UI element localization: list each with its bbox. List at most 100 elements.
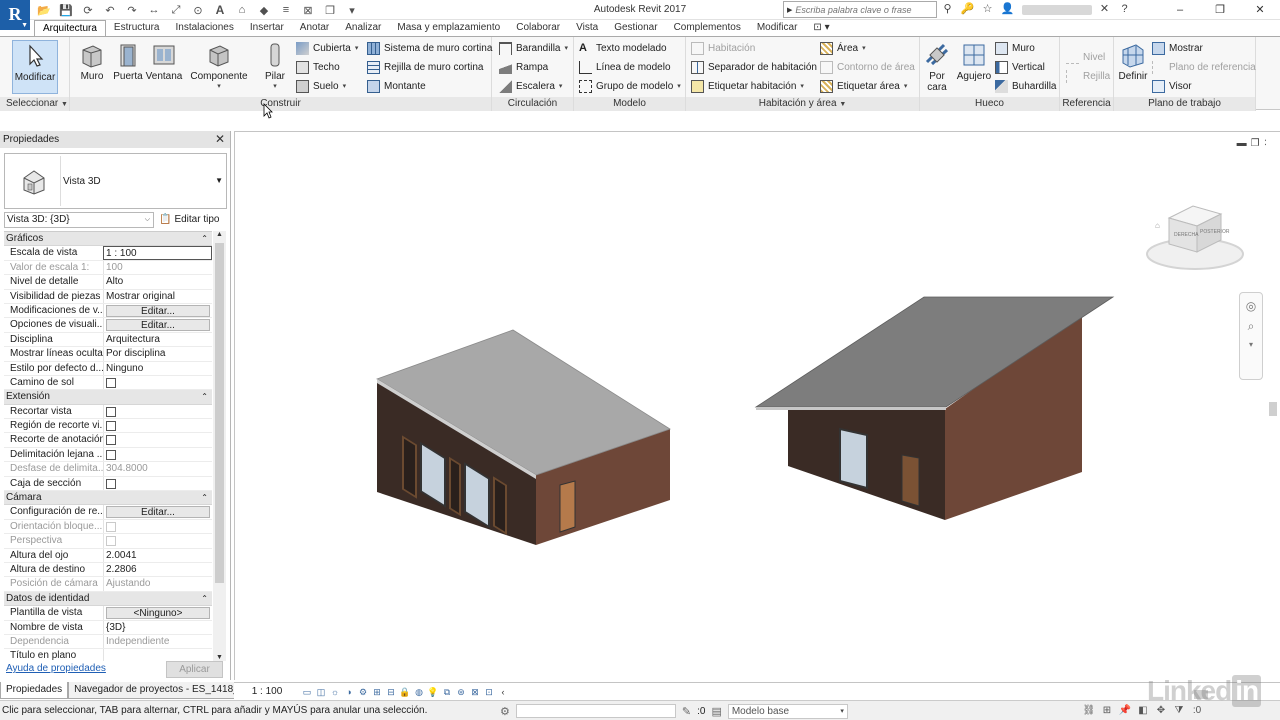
property-value[interactable]: {3D} bbox=[103, 620, 212, 634]
view-scale[interactable]: 1 : 100 bbox=[234, 686, 300, 697]
property-value[interactable]: Por disciplina bbox=[103, 347, 212, 361]
collapse-icon[interactable]: ⌃ bbox=[201, 390, 208, 404]
workset-field[interactable] bbox=[515, 704, 676, 718]
dimension-icon[interactable]: ⤢ bbox=[168, 2, 184, 18]
property-category[interactable]: Cámara ⌃ bbox=[4, 491, 212, 506]
show-crop-icon[interactable]: ⊟ bbox=[384, 685, 398, 699]
tab-anotar[interactable]: Anotar bbox=[292, 20, 337, 36]
viewcube-home-icon[interactable]: ⌂ bbox=[1155, 221, 1160, 230]
vertical-button[interactable]: Vertical bbox=[995, 59, 1045, 76]
highlight-icon[interactable]: ⊠ bbox=[468, 685, 482, 699]
undo-icon[interactable]: ↶ bbox=[102, 2, 118, 18]
measure-icon[interactable]: ↔ bbox=[146, 2, 162, 18]
navbar-menu-icon[interactable]: ▾ bbox=[1240, 340, 1262, 349]
tab-arquitectura[interactable]: Arquitectura bbox=[34, 20, 106, 36]
binoculars-icon[interactable]: ⚲ bbox=[940, 2, 955, 17]
property-value[interactable] bbox=[103, 375, 212, 390]
etiquetar-habitacion-button[interactable]: Etiquetar habitación ▾ bbox=[691, 78, 804, 95]
apply-button[interactable]: Aplicar bbox=[166, 661, 223, 678]
canvas-horizontal-scrollbar[interactable] bbox=[534, 687, 1250, 699]
property-value[interactable]: Alto bbox=[103, 275, 212, 289]
ventana-button[interactable]: Ventana bbox=[142, 40, 186, 94]
close-button[interactable]: ✕ bbox=[1240, 0, 1280, 20]
property-value[interactable]: Ninguno bbox=[103, 361, 212, 375]
scroll-thumb[interactable] bbox=[215, 243, 224, 583]
constraints-icon[interactable]: ⊡ bbox=[482, 685, 496, 699]
sun-path-icon[interactable]: ☼ bbox=[328, 685, 342, 699]
separador-habitacion-button[interactable]: Separador de habitación bbox=[691, 59, 817, 76]
techo-button[interactable]: Techo bbox=[296, 59, 340, 76]
canvas-vertical-scrollbar[interactable] bbox=[1266, 132, 1280, 681]
property-edit-button[interactable]: Editar... bbox=[106, 319, 210, 332]
property-category[interactable]: Gráficos ⌃ bbox=[4, 232, 212, 247]
customize-qat-icon[interactable]: ▾ bbox=[344, 2, 360, 18]
property-value[interactable] bbox=[103, 649, 212, 661]
property-value[interactable] bbox=[103, 447, 212, 462]
section-icon[interactable]: ◆ bbox=[256, 2, 272, 18]
close-icon[interactable]: ✕ bbox=[215, 131, 225, 148]
tab-navegador-proyectos[interactable]: Navegador de proyectos - ES_1418_0... bbox=[68, 682, 259, 699]
house-right[interactable] bbox=[754, 296, 1115, 520]
tab-colaborar[interactable]: Colaborar bbox=[508, 20, 568, 36]
property-edit-button[interactable]: <Ninguno> bbox=[106, 607, 210, 620]
panel-title-seleccionar[interactable]: Seleccionar ▼ bbox=[0, 97, 69, 111]
tab-instalaciones[interactable]: Instalaciones bbox=[168, 20, 242, 36]
steeringwheel-icon[interactable]: ◎ bbox=[1240, 299, 1262, 313]
help-icon[interactable]: ? bbox=[1117, 2, 1132, 17]
scroll-up-icon[interactable]: ▲ bbox=[213, 231, 226, 238]
tab-masa[interactable]: Masa y emplazamiento bbox=[389, 20, 508, 36]
escalera-button[interactable]: Escalera ▾ bbox=[499, 78, 562, 95]
property-category[interactable]: Extensión ⌃ bbox=[4, 390, 212, 405]
reveal-hidden-icon[interactable]: 💡 bbox=[426, 685, 440, 699]
property-value[interactable]: 1 : 100 bbox=[103, 246, 212, 260]
tab-insertar[interactable]: Insertar bbox=[242, 20, 292, 36]
plano-referencia-button[interactable]: Plano de referencia bbox=[1152, 59, 1256, 76]
property-value[interactable] bbox=[103, 404, 212, 419]
property-edit-button[interactable]: Editar... bbox=[106, 304, 210, 317]
etiquetar-area-button[interactable]: Etiquetar área ▾ bbox=[820, 78, 907, 95]
application-menu-button[interactable]: R ▼ bbox=[0, 0, 30, 30]
rampa-button[interactable]: Rampa bbox=[499, 59, 548, 76]
collapse-icon[interactable]: ⌃ bbox=[201, 491, 208, 505]
edit-type-button[interactable]: 📋 Editar tipo bbox=[159, 212, 219, 228]
instance-filter-select[interactable]: Vista 3D: {3D} ⌵ bbox=[4, 212, 154, 228]
save-icon[interactable]: 💾 bbox=[58, 2, 74, 18]
property-edit-button[interactable]: Editar... bbox=[106, 506, 210, 519]
select-links-icon[interactable]: ⛓ bbox=[1082, 704, 1096, 718]
panel-title-construir[interactable]: Construir bbox=[70, 97, 491, 111]
property-value[interactable]: <Ninguno> bbox=[103, 606, 212, 620]
collapse-icon[interactable]: ⌃ bbox=[201, 592, 208, 606]
property-value[interactable] bbox=[103, 433, 212, 447]
buhardilla-button[interactable]: Buhardilla bbox=[995, 78, 1056, 95]
property-checkbox[interactable] bbox=[106, 435, 116, 446]
property-value[interactable]: Editar... bbox=[103, 303, 212, 318]
property-category[interactable]: Datos de identidad ⌃ bbox=[4, 591, 212, 607]
area-button[interactable]: Área ▾ bbox=[820, 40, 866, 57]
por-cara-button[interactable]: Por cara bbox=[920, 40, 954, 94]
texto-modelado-button[interactable]: A Texto modelado bbox=[579, 40, 667, 57]
detail-level-icon[interactable]: ▭ bbox=[300, 685, 314, 699]
worksets-icon[interactable]: ⚙ bbox=[500, 705, 510, 718]
sistema-muro-cortina-button[interactable]: Sistema de muro cortina bbox=[367, 40, 492, 57]
text-icon[interactable]: A bbox=[212, 2, 228, 18]
temp-hide-icon[interactable]: ◍ bbox=[412, 685, 426, 699]
type-dropdown-icon[interactable]: ▼ bbox=[215, 176, 223, 185]
tab-analizar[interactable]: Analizar bbox=[337, 20, 389, 36]
property-value[interactable]: Editar... bbox=[103, 505, 212, 519]
property-checkbox[interactable] bbox=[106, 421, 116, 432]
tab-gestionar[interactable]: Gestionar bbox=[606, 20, 665, 36]
temp-properties-icon[interactable]: ⧉ bbox=[440, 685, 454, 699]
restore-button[interactable]: ❐ bbox=[1200, 0, 1240, 20]
sync-icon[interactable]: ⟳ bbox=[80, 2, 96, 18]
shadows-icon[interactable]: ◑ bbox=[342, 685, 356, 699]
agujero-button[interactable]: Agujero bbox=[952, 40, 996, 94]
lock-view-icon[interactable]: 🔒 bbox=[398, 685, 412, 699]
modificar-button[interactable]: Modificar bbox=[12, 40, 58, 94]
analysis-icon[interactable]: ⊛ bbox=[454, 685, 468, 699]
rejilla-button[interactable]: Rejilla bbox=[1066, 68, 1110, 85]
3d-view-canvas[interactable]: ▬ ❐ ✕ bbox=[234, 131, 1280, 681]
hueco-muro-button[interactable]: Muro bbox=[995, 40, 1035, 57]
crop-view-icon[interactable]: ⊞ bbox=[370, 685, 384, 699]
barandilla-button[interactable]: Barandilla ▾ bbox=[499, 40, 568, 57]
property-value[interactable] bbox=[103, 419, 212, 433]
